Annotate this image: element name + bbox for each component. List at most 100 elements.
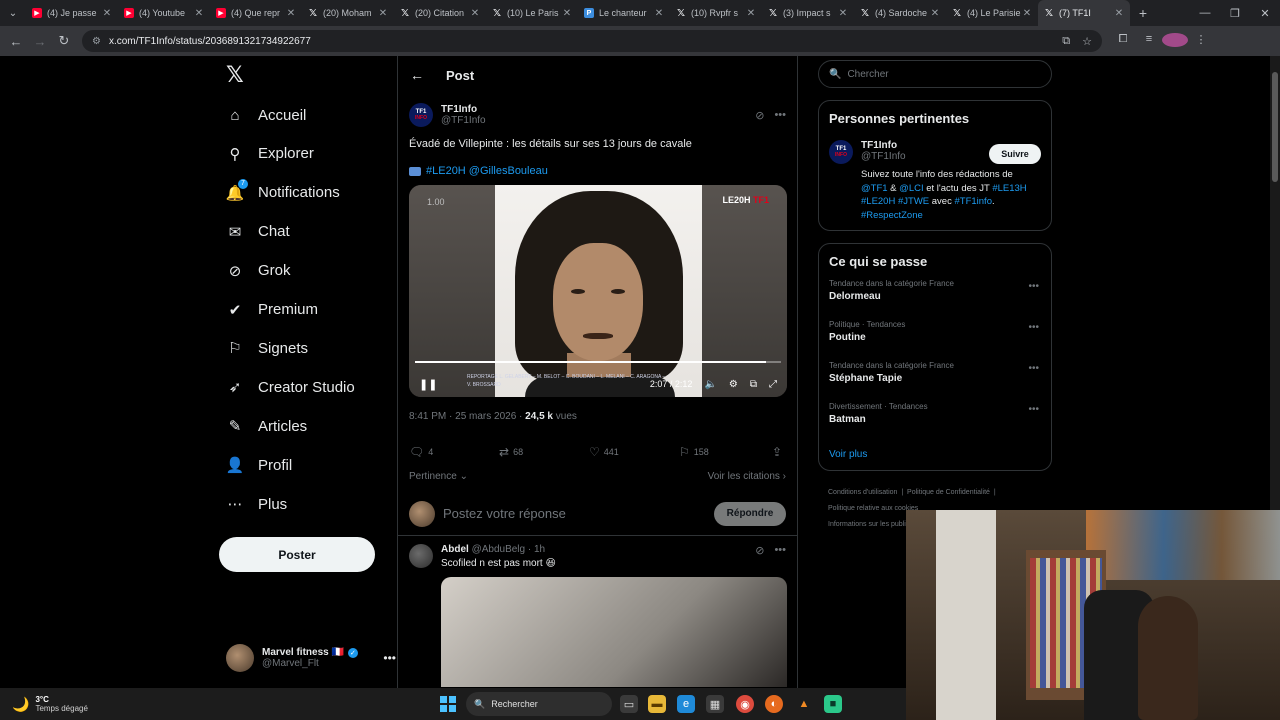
trend-item[interactable]: Tendance dans la catégorie France Stéphan… bbox=[829, 361, 1041, 402]
post-button[interactable]: Poster bbox=[219, 537, 375, 572]
nav-item-chat[interactable]: ✉ Chat bbox=[224, 217, 290, 247]
author-name[interactable]: TF1Info bbox=[441, 104, 486, 115]
person-handle[interactable]: @TF1Info bbox=[861, 151, 989, 162]
back-arrow-icon[interactable]: ← bbox=[410, 67, 424, 83]
volume-icon[interactable]: 🔈 bbox=[704, 379, 716, 390]
nav-item-accueil[interactable]: ⌂ Accueil bbox=[224, 100, 306, 130]
pause-icon[interactable]: ❚❚ bbox=[419, 378, 437, 391]
more-icon[interactable]: ••• bbox=[774, 109, 786, 122]
close-tab-icon[interactable]: ✕ bbox=[562, 8, 572, 19]
nav-item-articles[interactable]: ✎ Articles bbox=[224, 411, 307, 441]
firefox-icon[interactable]: ◐ bbox=[765, 695, 783, 713]
site-info-icon[interactable]: ⚙ bbox=[92, 36, 101, 47]
browser-menu-icon[interactable]: ⋮ bbox=[1188, 33, 1214, 50]
close-tab-icon[interactable]: ✕ bbox=[1114, 8, 1124, 19]
media-icon[interactable]: ≡ bbox=[1136, 33, 1162, 50]
like-button[interactable]: ♡ 441 bbox=[589, 445, 679, 459]
browser-tab[interactable]: 𝕏 (10) Rvpfr s ✕ bbox=[670, 0, 762, 26]
back-button[interactable]: ← bbox=[4, 34, 28, 49]
search-input[interactable]: 🔍 Chercher bbox=[818, 60, 1052, 88]
repost-button[interactable]: ⇄ 68 bbox=[499, 445, 589, 459]
more-icon[interactable]: ••• bbox=[383, 651, 396, 665]
settings-icon[interactable]: ⚙ bbox=[729, 379, 738, 390]
close-tab-icon[interactable]: ✕ bbox=[470, 8, 480, 19]
browser-tab[interactable]: ▶ (4) Que repr ✕ bbox=[210, 0, 302, 26]
minimize-button[interactable]: — bbox=[1190, 7, 1220, 20]
grok-icon[interactable]: ⊘ bbox=[755, 544, 764, 557]
hashtag-links[interactable]: #LE20H @GillesBouleau bbox=[426, 165, 548, 177]
bio-link[interactable]: #LE13H bbox=[992, 183, 1026, 194]
author-handle[interactable]: @TF1Info bbox=[441, 115, 486, 126]
browser-tab[interactable]: 𝕏 (7) TF1I ✕ bbox=[1038, 0, 1130, 26]
address-bar[interactable]: ⚙ x.com/TF1Info/status/20368913217349226… bbox=[82, 30, 1102, 52]
reply-button[interactable]: 🗨 4 bbox=[409, 445, 499, 459]
bio-link[interactable]: @TF1 bbox=[861, 183, 888, 194]
browser-tab[interactable]: 𝕏 (3) Impact s ✕ bbox=[762, 0, 854, 26]
nav-item-profil[interactable]: 👤 Profil bbox=[224, 450, 293, 480]
url-text[interactable]: x.com/TF1Info/status/2036891321734922677 bbox=[109, 36, 1050, 47]
new-tab-button[interactable]: + bbox=[1130, 5, 1156, 21]
bookmark-star-icon[interactable]: ☆ bbox=[1082, 35, 1092, 48]
avatar[interactable] bbox=[409, 544, 433, 568]
tweet-timestamp[interactable]: 8:41 PM · 25 mars 2026 · bbox=[409, 411, 525, 422]
browser-tab[interactable]: 𝕏 (20) Citation ✕ bbox=[394, 0, 486, 26]
vlc-icon[interactable]: ▲ bbox=[795, 695, 813, 713]
see-more-link[interactable]: Voir plus bbox=[829, 449, 1041, 460]
person-name[interactable]: TF1Info bbox=[861, 140, 989, 151]
person-row[interactable]: TF1 INFO TF1Info @TF1Info Suivre bbox=[829, 140, 1041, 164]
close-tab-icon[interactable]: ✕ bbox=[102, 8, 112, 19]
x-logo-icon[interactable]: 𝕏 bbox=[226, 64, 248, 86]
tab-search-button[interactable]: ⌄ bbox=[0, 0, 26, 26]
person-avatar[interactable]: TF1 INFO bbox=[829, 140, 853, 164]
bookmark-button[interactable]: ⚐ 158 bbox=[679, 445, 769, 459]
close-tab-icon[interactable]: ✕ bbox=[286, 8, 296, 19]
close-tab-icon[interactable]: ✕ bbox=[1022, 8, 1032, 19]
close-tab-icon[interactable]: ✕ bbox=[746, 8, 756, 19]
video-progress-bar[interactable] bbox=[415, 361, 781, 363]
more-icon[interactable]: ••• bbox=[1028, 322, 1039, 333]
maximize-button[interactable]: ❐ bbox=[1220, 7, 1250, 20]
nav-item-plus[interactable]: ⋯ Plus bbox=[224, 489, 288, 519]
close-tab-icon[interactable]: ✕ bbox=[654, 8, 664, 19]
taskbar-search[interactable]: 🔍 Rechercher bbox=[466, 692, 612, 716]
close-tab-icon[interactable]: ✕ bbox=[194, 8, 204, 19]
browser-tab[interactable]: ▶ (4) Je passe ✕ bbox=[26, 0, 118, 26]
bio-link[interactable]: #LE20H bbox=[861, 196, 895, 207]
footer-link[interactable]: Politique de Confidentialité bbox=[907, 489, 990, 496]
browser-tab[interactable]: ▶ (4) Youtube ✕ bbox=[118, 0, 210, 26]
video-player[interactable]: 1.00 LE20H TF1 REPORTAGE L. GELABERT – M… bbox=[409, 185, 787, 397]
sort-dropdown[interactable]: Pertinence ⌄ bbox=[409, 471, 468, 482]
chrome-icon[interactable]: ◉ bbox=[736, 695, 754, 713]
reload-button[interactable]: ↻ bbox=[52, 33, 76, 49]
trend-item[interactable]: Tendance dans la catégorie France Delorme… bbox=[829, 279, 1041, 320]
more-icon[interactable]: ••• bbox=[1028, 363, 1039, 374]
nav-item-premium[interactable]: ✔ Premium bbox=[224, 295, 318, 325]
author-avatar[interactable]: TF1 INFO bbox=[409, 103, 433, 127]
footer-link[interactable]: Politique relative aux cookies bbox=[828, 505, 918, 512]
scroll-thumb[interactable] bbox=[1272, 72, 1278, 182]
more-icon[interactable]: ••• bbox=[774, 544, 786, 557]
trend-item[interactable]: Divertissement · Tendances Batman ••• bbox=[829, 402, 1041, 443]
reply-tweet[interactable]: Abdel @AbduBelg · 1h Scofiled n est pas … bbox=[398, 536, 797, 687]
nav-item-notifications[interactable]: 🔔 7 Notifications bbox=[224, 178, 340, 208]
reply-author-name[interactable]: Abdel bbox=[441, 544, 469, 555]
extensions-icon[interactable]: ⧠ bbox=[1110, 33, 1136, 50]
trend-item[interactable]: Politique · Tendances Poutine ••• bbox=[829, 320, 1041, 361]
footer-link[interactable]: Conditions d'utilisation bbox=[828, 489, 897, 496]
follow-button[interactable]: Suivre bbox=[989, 144, 1041, 164]
nav-item-grok[interactable]: ⊘ Grok bbox=[224, 256, 291, 286]
store-icon[interactable]: ▦ bbox=[706, 695, 724, 713]
nav-item-creator-studio[interactable]: ➶ Creator Studio bbox=[224, 372, 355, 402]
close-tab-icon[interactable]: ✕ bbox=[930, 8, 940, 19]
profile-icon[interactable] bbox=[1162, 32, 1188, 50]
bio-link[interactable]: #TF1info bbox=[954, 196, 992, 207]
reply-input[interactable]: Postez votre réponse bbox=[443, 506, 714, 521]
browser-tab[interactable]: P Le chanteur ✕ bbox=[578, 0, 670, 26]
more-icon[interactable]: ••• bbox=[1028, 404, 1039, 415]
weather-widget[interactable]: 🌙 3°C Temps dégagé bbox=[12, 695, 132, 713]
share-button[interactable]: ⇪ bbox=[772, 445, 786, 459]
view-quotes-link[interactable]: Voir les citations › bbox=[708, 471, 786, 482]
close-tab-icon[interactable]: ✕ bbox=[838, 8, 848, 19]
nav-item-signets[interactable]: ⚐ Signets bbox=[224, 333, 308, 363]
browser-tab[interactable]: 𝕏 (4) Sardoche ✕ bbox=[854, 0, 946, 26]
